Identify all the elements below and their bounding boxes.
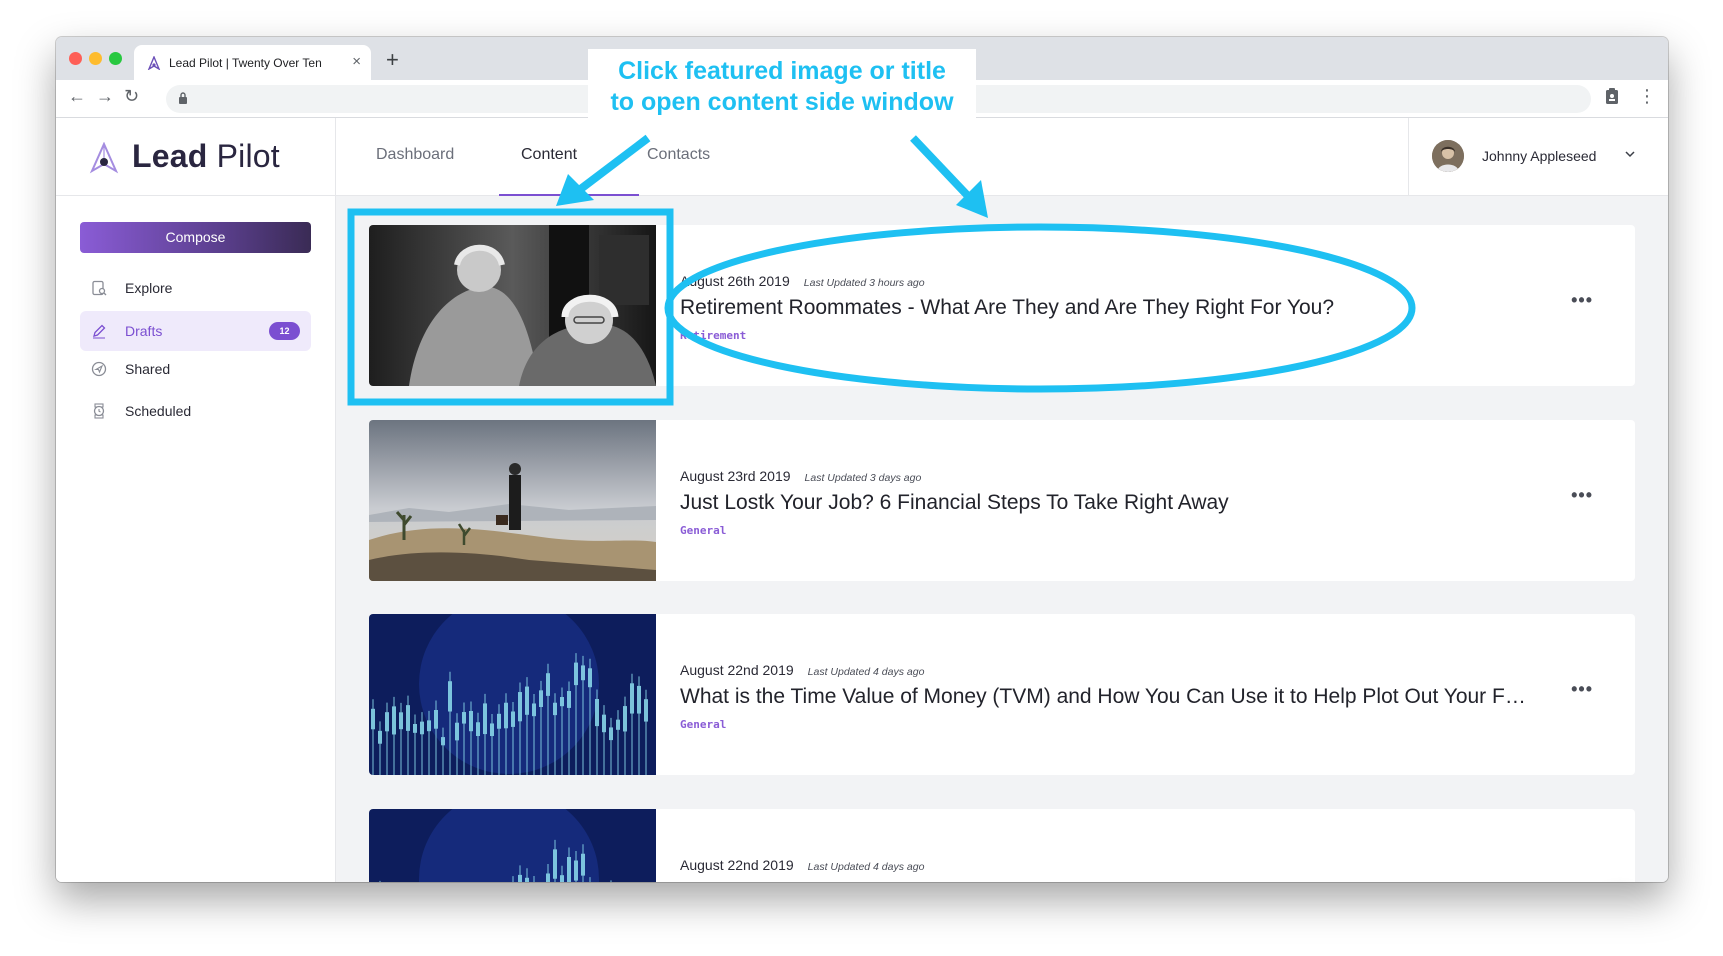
back-arrow-icon[interactable]: ← [68,86,86,107]
card-last-updated: Last Updated 4 days ago [807,861,925,873]
featured-image[interactable] [369,614,656,775]
extension-icon[interactable] [1604,87,1620,105]
drafts-count-badge: 12 [269,322,300,340]
content-card: August 22nd 2019 Last Updated 4 days ago [369,809,1635,882]
featured-image[interactable] [369,225,656,386]
card-last-updated: Last Updated 3 hours ago [803,277,925,289]
card-category-tag: Retirement [680,329,747,342]
sidebar-item-explore[interactable]: Explore [80,268,311,308]
user-name: Johnny Appleseed [1482,148,1597,164]
browser-menu-icon[interactable]: ⋮ [1638,86,1656,107]
close-window-button[interactable] [69,52,82,65]
card-meta: August 22nd 2019 Last Updated 4 days ago [680,857,924,875]
explore-icon [92,280,107,296]
featured-image[interactable] [369,420,656,581]
annotation-line-1: Click featured image or title [618,57,946,85]
app-root: Lead Pilot Compose Explore Drafts 12 Sha… [56,118,1668,882]
sidebar-item-drafts[interactable]: Drafts 12 [80,311,311,351]
send-icon [91,361,107,377]
tab-contacts[interactable]: Contacts [647,146,710,164]
card-meta: August 23rd 2019 Last Updated 3 days ago [680,468,921,486]
top-navigation: Dashboard Content Contacts Johnny Apples… [336,118,1668,196]
sidebar-item-shared[interactable]: Shared [80,349,311,389]
compose-button[interactable]: Compose [80,222,311,253]
minimize-window-button[interactable] [89,52,102,65]
maximize-window-button[interactable] [109,52,122,65]
card-last-updated: Last Updated 3 days ago [804,472,922,484]
card-meta: August 26th 2019 Last Updated 3 hours ago [680,273,925,291]
annotation-callout: Click featured image or title to open co… [588,49,976,124]
brand[interactable]: Lead Pilot [56,118,336,196]
lock-icon [179,92,187,104]
tab-title: Lead Pilot | Twenty Over Ten [169,56,322,70]
card-last-updated: Last Updated 4 days ago [807,666,925,678]
sidebar-item-scheduled[interactable]: Scheduled [80,391,311,431]
card-meta: August 22nd 2019 Last Updated 4 days ago [680,662,924,680]
sidebar-item-label: Scheduled [125,403,192,419]
card-date: August 26th 2019 [680,273,790,289]
card-date: August 23rd 2019 [680,468,791,484]
user-menu[interactable]: Johnny Appleseed [1408,118,1668,196]
forward-arrow-icon[interactable]: → [96,86,114,107]
tab-content[interactable]: Content [521,146,577,164]
browser-window: Lead Pilot | Twenty Over Ten × + ← → ↻ ⋮ [56,37,1668,882]
lead-pilot-logo-icon [89,142,119,174]
card-category-tag: General [680,524,727,537]
tab-close-icon[interactable]: × [352,53,361,70]
content-card: August 26th 2019 Last Updated 3 hours ago… [369,225,1635,386]
featured-image[interactable] [369,809,656,882]
card-date: August 22nd 2019 [680,857,794,873]
content-card: August 22nd 2019 Last Updated 4 days ago … [369,614,1635,775]
new-tab-button[interactable]: + [386,47,399,73]
more-options-icon[interactable]: ••• [1571,485,1593,506]
more-options-icon[interactable]: ••• [1571,290,1593,311]
card-title[interactable]: What is the Time Value of Money (TVM) an… [680,685,1535,709]
annotation-line-2: to open content side window [610,88,954,116]
browser-tab[interactable]: Lead Pilot | Twenty Over Ten × [134,45,371,80]
chevron-down-icon[interactable] [1624,148,1636,160]
card-title[interactable]: Just Lostk Your Job? 6 Financial Steps T… [680,491,1229,515]
content-list: August 26th 2019 Last Updated 3 hours ago… [336,196,1668,882]
content-card: August 23rd 2019 Last Updated 3 days ago … [369,420,1635,581]
tab-dashboard[interactable]: Dashboard [376,146,454,164]
sidebar-item-label: Shared [125,361,171,377]
watch-icon [93,403,105,419]
card-title[interactable]: Retirement Roommates - What Are They and… [680,296,1334,320]
card-date: August 22nd 2019 [680,662,794,678]
sidebar: Lead Pilot Compose Explore Drafts 12 Sha… [56,118,336,882]
avatar [1432,140,1464,172]
sidebar-item-label: Explore [125,280,173,296]
sidebar-item-label: Drafts [125,323,163,339]
brand-name: Lead Pilot [132,138,280,174]
pencil-icon [93,324,106,339]
lead-pilot-favicon-icon [147,56,161,70]
reload-icon[interactable]: ↻ [124,86,139,107]
more-options-icon[interactable]: ••• [1571,679,1593,700]
card-category-tag: General [680,718,727,731]
